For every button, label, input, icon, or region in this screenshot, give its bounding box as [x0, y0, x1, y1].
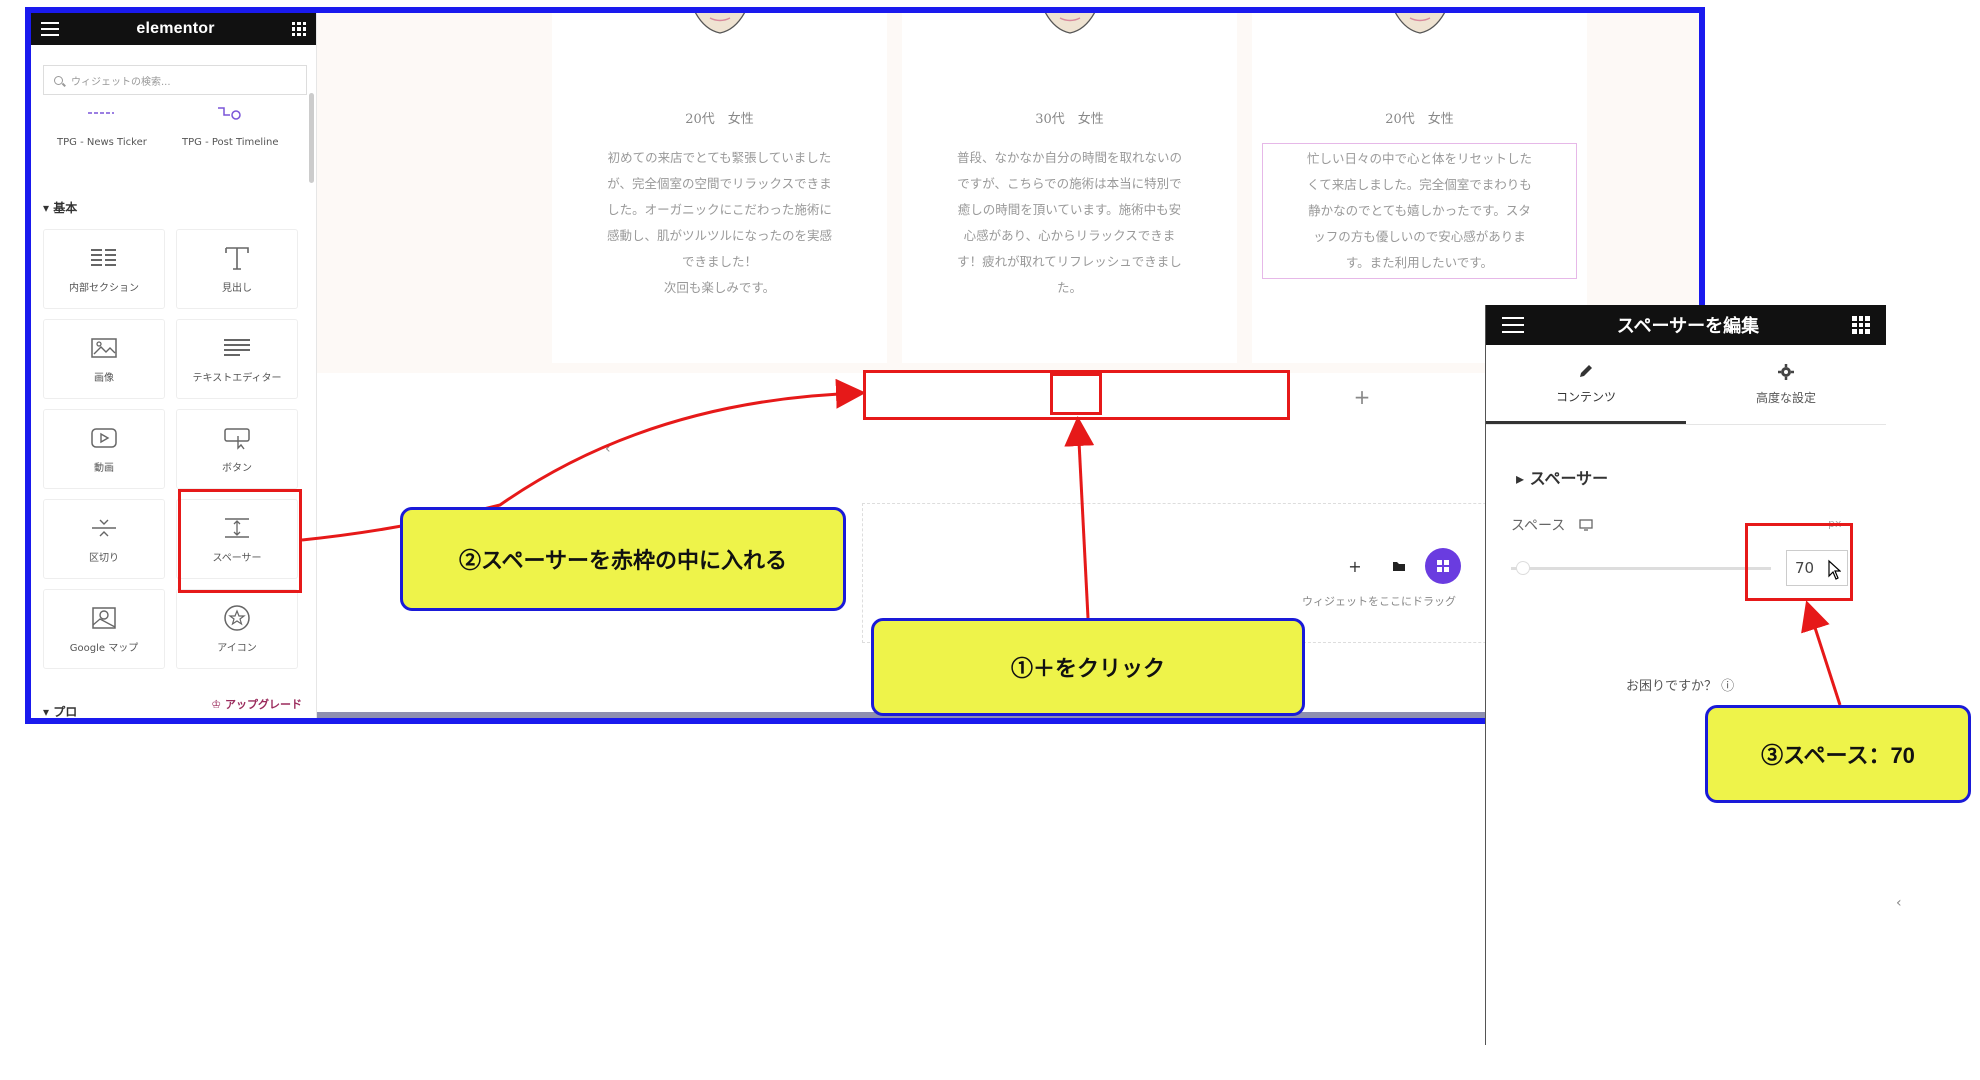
callout-step-1: ①＋をクリック — [871, 618, 1305, 716]
callout-step-2: ②スペーサーを赤枠の中に入れる — [400, 507, 846, 611]
annotation-arrows — [301, 378, 1842, 706]
callout-step-3: ③スペース：70 — [1705, 705, 1971, 803]
